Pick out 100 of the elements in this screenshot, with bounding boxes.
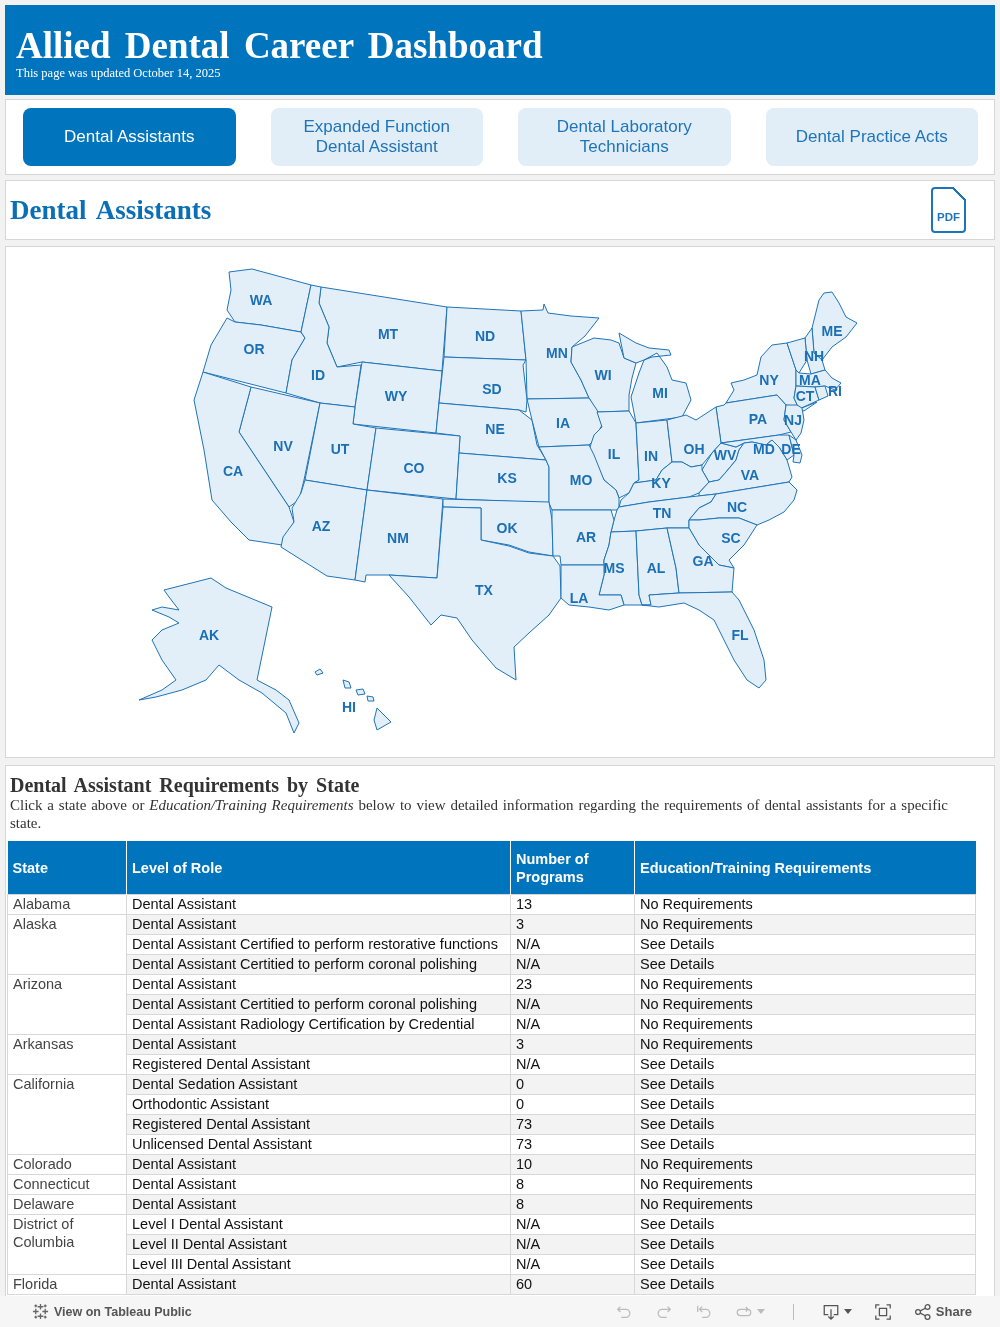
table-cell: Level I Dental Assistant — [126, 1214, 511, 1235]
state-cell: Colorado — [7, 1154, 127, 1175]
state-label: TN — [652, 505, 672, 521]
table-cell: See Details — [634, 1054, 976, 1075]
table-cell: N/A — [510, 1054, 635, 1075]
table-cell: Dental Assistant — [126, 974, 511, 995]
table-cell: Level III Dental Assistant — [126, 1254, 511, 1275]
table-cell: N/A — [510, 1014, 635, 1035]
state-shape[interactable] — [280, 479, 368, 581]
table-title: Dental Assistant Requirements by State — [9, 775, 361, 796]
state-cell: California — [7, 1074, 127, 1155]
state-shape[interactable] — [138, 577, 300, 734]
state-shape[interactable] — [304, 402, 377, 491]
state-label: RI — [828, 383, 842, 399]
plus-cluster-icon — [32, 1303, 49, 1320]
tab[interactable]: Dental Practice Acts — [765, 108, 978, 166]
state-shape[interactable] — [688, 517, 758, 569]
table-cell: 73 — [510, 1134, 635, 1155]
toolbar-button[interactable]: Share — [911, 1300, 974, 1323]
column-header: Number of Programs — [510, 841, 635, 895]
table-cell: N/A — [510, 1214, 635, 1235]
tab[interactable]: Dental Assistants — [23, 108, 236, 166]
state-shape[interactable] — [618, 461, 710, 508]
state-label: GA — [692, 553, 714, 569]
state-label: NC — [726, 499, 748, 515]
table-cell: 8 — [510, 1174, 635, 1195]
state-cell: Delaware — [7, 1194, 127, 1215]
state-cell: Alabama — [7, 894, 127, 915]
view-on-tableau-link[interactable]: View on Tableau Public — [32, 1303, 192, 1320]
state-label: OH — [683, 441, 705, 457]
state-shape[interactable] — [538, 444, 620, 511]
table-cell: 0 — [510, 1094, 635, 1115]
state-label: AL — [646, 560, 666, 576]
state-shape[interactable] — [635, 527, 680, 606]
download-icon — [821, 1302, 840, 1321]
column-header: State — [7, 841, 127, 895]
state-shape[interactable] — [226, 268, 312, 333]
state-shape[interactable] — [366, 427, 461, 500]
state-shape[interactable] — [202, 317, 306, 394]
table-cell: See Details — [634, 1214, 976, 1235]
table-cell: Dental Assistant Certified to perform restorative functions — [126, 934, 511, 955]
state-shape[interactable] — [570, 337, 637, 413]
table-cell: No Requirements — [634, 974, 976, 995]
table-cell: Dental Assistant — [126, 1034, 511, 1055]
state-shape[interactable] — [442, 498, 554, 557]
tab[interactable]: Dental Laboratory Technicians — [518, 108, 731, 166]
state-label: IA — [556, 415, 570, 431]
table-cell: Level II Dental Assistant — [126, 1234, 511, 1255]
table-cell: Dental Assistant — [126, 914, 511, 935]
state-label: ND — [474, 328, 496, 344]
state-shape[interactable] — [641, 591, 767, 689]
state-shape[interactable] — [526, 397, 603, 448]
state-shape[interactable] — [388, 506, 562, 681]
state-label: WY — [384, 388, 408, 404]
state-shape[interactable] — [352, 361, 443, 434]
state-label: CO — [403, 460, 425, 476]
table-cell: Dental Sedation Assistant — [126, 1074, 511, 1095]
state-label: SD — [482, 381, 502, 397]
state-label: WI — [594, 367, 612, 383]
state-label: MN — [546, 345, 568, 361]
state-label: AZ — [311, 518, 331, 534]
state-label: MI — [652, 385, 668, 401]
state-shape[interactable] — [814, 385, 829, 401]
table-cell: 23 — [510, 974, 635, 995]
state-label: FL — [731, 627, 749, 643]
state-label: OR — [243, 341, 265, 357]
table-description: Click a state above or Education/Training Requirements below to view detailed information regarding the requirements of dental assistants for a specific state. — [10, 797, 948, 832]
state-label: NE — [485, 421, 505, 437]
state-shape[interactable] — [314, 668, 392, 731]
table-cell: N/A — [510, 934, 635, 955]
state-label: MT — [377, 326, 399, 342]
state-label: NY — [759, 372, 779, 388]
tab[interactable]: Expanded Function Dental Assistant — [270, 108, 483, 166]
table-cell: Dental Assistant — [126, 1274, 511, 1295]
table-cell: Unlicensed Dental Assistant — [126, 1134, 511, 1155]
state-label: LA — [569, 590, 589, 606]
state-shape[interactable] — [285, 284, 362, 408]
state-cell: Connecticut — [7, 1174, 127, 1195]
state-label: NJ — [784, 412, 802, 428]
pdf-download-button[interactable]: PDF — [931, 187, 966, 233]
state-label: UT — [330, 441, 350, 457]
table-cell: N/A — [510, 1254, 635, 1275]
state-shape[interactable] — [193, 371, 295, 546]
state-shape[interactable] — [560, 564, 625, 611]
state-label: CA — [222, 463, 244, 479]
table-cell: Registered Dental Assistant — [126, 1114, 511, 1135]
updated-date: This page was updated October 14, 2025 — [16, 66, 221, 80]
caret-icon — [843, 1309, 852, 1314]
state-cell: Arizona — [7, 974, 127, 1035]
table-cell: Dental Assistant — [126, 1174, 511, 1195]
table-cell: Orthodontic Assistant — [126, 1094, 511, 1115]
state-label: AK — [198, 627, 220, 643]
state-label: VA — [740, 467, 760, 483]
share-icon — [913, 1302, 932, 1321]
state-shape[interactable] — [618, 332, 692, 424]
state-shape[interactable] — [435, 402, 547, 461]
state-shape[interactable] — [688, 481, 798, 526]
state-label: NM — [387, 530, 409, 546]
state-shape[interactable] — [438, 356, 528, 413]
state-shape[interactable] — [354, 489, 444, 583]
